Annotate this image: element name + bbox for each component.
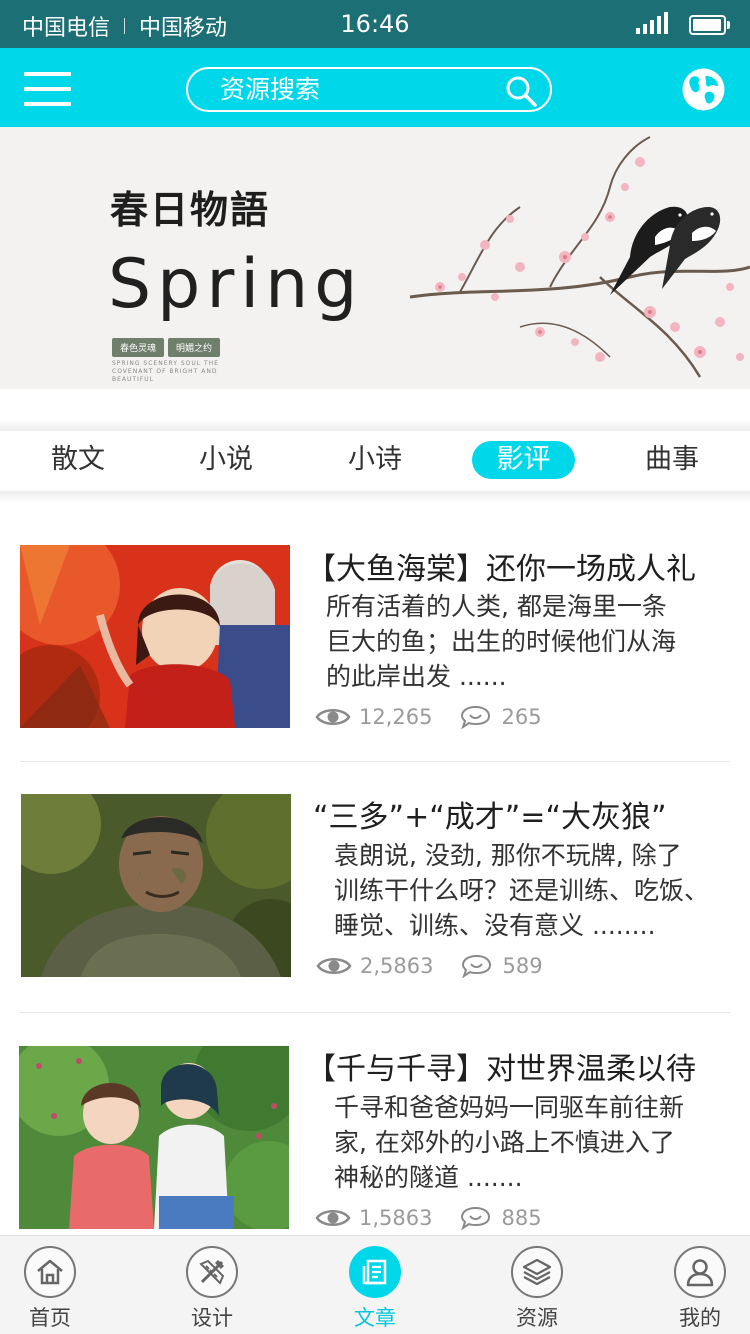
article-description: 袁朗说, 没劲, 那你不玩牌, 除了 训练干什么呀？还是训练、吃饭、 睡觉、训练…	[334, 838, 734, 943]
search-icon[interactable]	[504, 75, 538, 107]
layers-icon	[511, 1246, 563, 1298]
article-title[interactable]: 【大鱼海棠】还你一场成人礼	[306, 544, 696, 588]
article-thumbnail[interactable]	[19, 1046, 289, 1229]
nav-label: 我的	[679, 1306, 721, 1330]
article-title[interactable]: “三多”+“成才”=“大灰狼”	[313, 792, 667, 836]
blossom-magpie-illustration	[409, 136, 750, 378]
divider	[20, 1012, 730, 1013]
banner-tag: 春色灵魂	[112, 338, 165, 357]
description-line: 家, 在郊外的小路上不慎进入了	[334, 1128, 675, 1157]
comment-icon	[461, 705, 491, 729]
nav-article[interactable]: 文章	[325, 1244, 425, 1334]
globe-icon[interactable]	[682, 68, 725, 111]
user-icon	[674, 1246, 726, 1298]
nav-label: 资源	[516, 1306, 558, 1330]
design-icon	[186, 1246, 238, 1298]
banner-title-en: Spring	[108, 245, 364, 324]
nav-label: 首页	[29, 1306, 71, 1330]
view-count: 1,5863	[359, 1206, 433, 1230]
search-box	[186, 67, 552, 112]
nav-label: 文章	[354, 1306, 396, 1330]
comment-count: 885	[501, 1206, 542, 1230]
bottom-navigation: 首页 设计 文章 资源 我的	[0, 1235, 750, 1334]
nav-profile[interactable]: 我的	[650, 1244, 750, 1334]
view-count: 12,265	[359, 705, 433, 729]
tab-novel[interactable]: 小说	[176, 441, 276, 479]
tab-music[interactable]: 曲事	[622, 441, 722, 479]
tabs-spacer	[0, 389, 750, 431]
description-line: 训练干什么呀？还是训练、吃饭、	[334, 876, 710, 905]
description-line: 睡觉、训练、没有意义 ........	[334, 911, 656, 940]
nav-design[interactable]: 设计	[162, 1244, 262, 1334]
description-line: 的此岸出发 ......	[326, 662, 507, 691]
eye-icon	[315, 1210, 351, 1226]
article-description: 所有活着的人类, 都是海里一条 巨大的鱼；出生的时候他们从海 的此岸出发 ...…	[326, 589, 726, 694]
app-header	[0, 48, 750, 127]
article-stats: 1,5863 885	[315, 1206, 542, 1230]
divider	[20, 761, 730, 762]
view-count: 2,5863	[360, 954, 434, 978]
tab-prose[interactable]: 散文	[28, 441, 128, 479]
banner-tag: 明媚之约	[168, 338, 221, 357]
banner-caption: SPRING SCENERY SOUL THE COVENANT OF BRIG…	[112, 360, 219, 383]
description-line: 巨大的鱼；出生的时候他们从海	[326, 627, 677, 656]
banner-title-cn: 春日物語	[110, 187, 271, 232]
eye-icon	[315, 709, 351, 725]
description-line: 千寻和爸爸妈妈一同驱车前往新	[334, 1093, 685, 1122]
article-title[interactable]: 【千与千寻】对世界温柔以待	[306, 1044, 696, 1088]
tab-film-review[interactable]: 影评	[472, 441, 575, 479]
nav-label: 设计	[191, 1306, 233, 1330]
comment-icon	[461, 1206, 491, 1230]
eye-icon	[316, 958, 352, 974]
banner-tags: 春色灵魂 明媚之约	[112, 338, 221, 357]
article-thumbnail[interactable]	[20, 545, 290, 728]
nav-home[interactable]: 首页	[0, 1244, 100, 1334]
category-tabs: 散文 小说 小诗 影评 曲事	[0, 431, 750, 491]
article-card[interactable]: “三多”+“成才”=“大灰狼” 袁朗说, 没劲, 那你不玩牌, 除了 训练干什么…	[0, 780, 750, 998]
battery-icon	[689, 15, 730, 35]
search-input[interactable]	[220, 73, 500, 106]
article-card[interactable]: 【千与千寻】对世界温柔以待 千寻和爸爸妈妈一同驱车前往新 家, 在郊外的小路上不…	[0, 1032, 750, 1250]
comment-count: 265	[501, 705, 542, 729]
description-line: 神秘的隧道 .......	[334, 1163, 523, 1192]
description-line: 袁朗说, 没劲, 那你不玩牌, 除了	[334, 841, 682, 870]
tabs-shadow	[0, 491, 750, 503]
article-stats: 2,5863 589	[316, 954, 543, 978]
tab-poem[interactable]: 小诗	[325, 441, 425, 479]
menu-icon[interactable]	[24, 72, 71, 106]
article-stats: 12,265 265	[315, 705, 542, 729]
comment-icon	[462, 954, 492, 978]
article-thumbnail[interactable]	[21, 794, 291, 977]
article-card[interactable]: 【大鱼海棠】还你一场成人礼 所有活着的人类, 都是海里一条 巨大的鱼；出生的时候…	[0, 530, 750, 748]
signal-icon	[636, 12, 668, 34]
description-line: 所有活着的人类, 都是海里一条	[326, 592, 667, 621]
comment-count: 589	[502, 954, 543, 978]
nav-resources[interactable]: 资源	[487, 1244, 587, 1334]
home-icon	[24, 1246, 76, 1298]
article-description: 千寻和爸爸妈妈一同驱车前往新 家, 在郊外的小路上不慎进入了 神秘的隧道 ...…	[334, 1090, 734, 1195]
article-icon	[349, 1246, 401, 1298]
status-bar: 中国电信 中国移动 16:46	[0, 0, 750, 48]
hero-banner[interactable]: 春日物語 Spring 春色灵魂 明媚之约 SPRING SCENERY SOU…	[0, 127, 750, 389]
